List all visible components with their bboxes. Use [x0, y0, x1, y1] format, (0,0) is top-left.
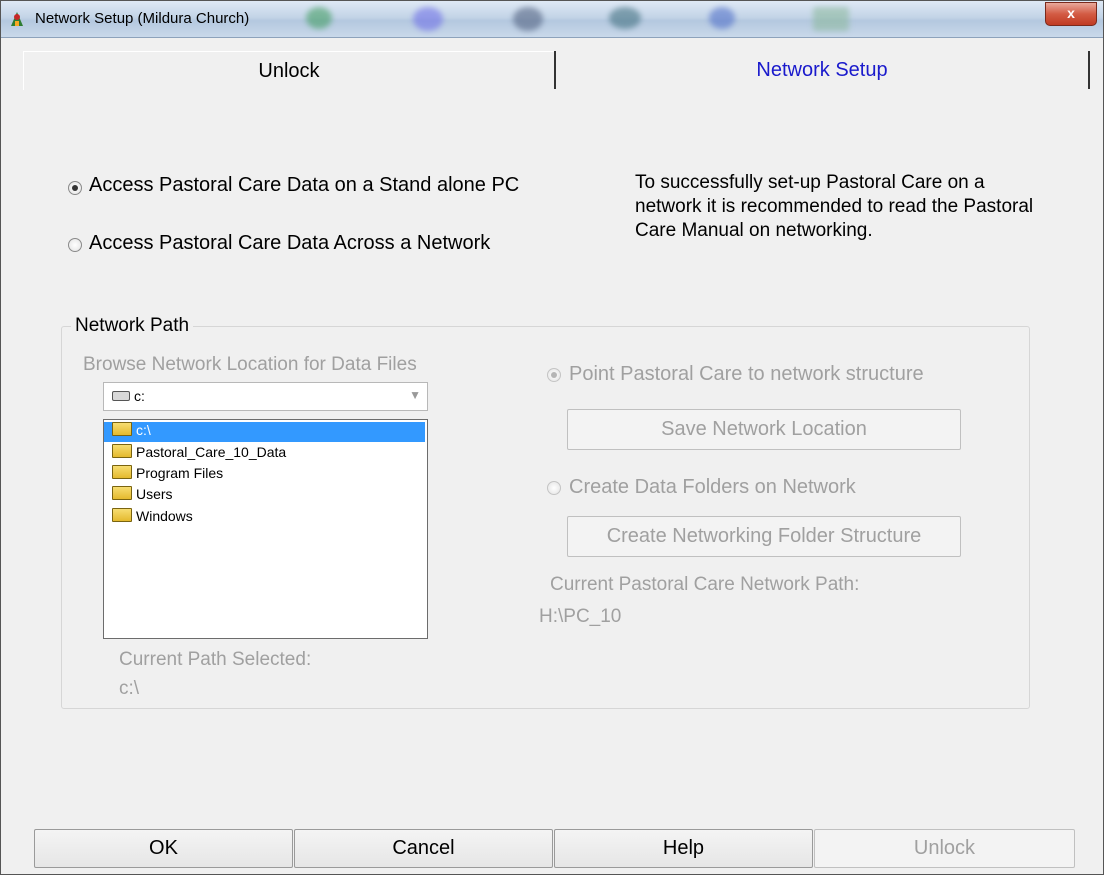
- folder-item[interactable]: Program Files: [112, 465, 223, 485]
- ok-button[interactable]: OK: [34, 829, 293, 868]
- close-button[interactable]: x: [1045, 2, 1097, 26]
- tab-strip: Unlock Network Setup: [23, 51, 1090, 90]
- folder-item-root[interactable]: c:\: [104, 422, 425, 442]
- current-path-label: Current Path Selected:: [119, 649, 312, 670]
- folder-list[interactable]: c:\ Pastoral_Care_10_Data Program Files …: [103, 419, 428, 639]
- folder-icon: [112, 508, 132, 522]
- background-decoration: [413, 7, 443, 31]
- point-network-radio[interactable]: [547, 368, 561, 382]
- save-network-location-button[interactable]: Save Network Location: [567, 409, 961, 450]
- unlock-button[interactable]: Unlock: [814, 829, 1075, 868]
- background-decoration: [813, 7, 849, 31]
- folder-item[interactable]: Windows: [112, 508, 193, 528]
- network-path-label: Current Pastoral Care Network Path:: [550, 574, 860, 595]
- tab-network-setup[interactable]: Network Setup: [554, 51, 1090, 89]
- folder-item[interactable]: Pastoral_Care_10_Data: [112, 444, 286, 464]
- drive-dropdown[interactable]: c: ▼: [103, 382, 428, 411]
- close-icon: x: [1067, 5, 1075, 21]
- folder-item[interactable]: Users: [112, 486, 173, 506]
- background-decoration: [609, 7, 641, 29]
- network-setup-window: Network Setup (Mildura Church) x Unlock …: [0, 0, 1104, 875]
- create-folders-radio[interactable]: [547, 481, 561, 495]
- browse-label: Browse Network Location for Data Files: [83, 354, 417, 375]
- point-network-label[interactable]: Point Pastoral Care to network structure: [569, 363, 924, 386]
- window-title: Network Setup (Mildura Church): [35, 10, 250, 27]
- info-text: To successfully set-up Pastoral Care on …: [635, 172, 1034, 241]
- create-folder-structure-button[interactable]: Create Networking Folder Structure: [567, 516, 961, 557]
- network-radio[interactable]: [68, 238, 82, 252]
- folder-icon: [112, 465, 132, 479]
- background-decoration: [306, 7, 332, 29]
- standalone-option-label[interactable]: Access Pastoral Care Data on a Stand alo…: [89, 174, 519, 197]
- network-option-label[interactable]: Access Pastoral Care Data Across a Netwo…: [89, 232, 490, 255]
- background-decoration: [513, 7, 543, 31]
- cancel-button[interactable]: Cancel: [294, 829, 553, 868]
- app-icon: [11, 12, 23, 26]
- folder-icon: [112, 444, 132, 458]
- help-button[interactable]: Help: [554, 829, 813, 868]
- network-path-legend: Network Path: [71, 315, 194, 337]
- standalone-radio[interactable]: [68, 181, 82, 195]
- tab-unlock[interactable]: Unlock: [23, 51, 554, 90]
- current-path-value: c:\: [119, 678, 140, 699]
- create-folders-label[interactable]: Create Data Folders on Network: [569, 476, 856, 499]
- chevron-down-icon[interactable]: ▼: [409, 388, 421, 402]
- network-path-value: H:\PC_10: [539, 606, 622, 627]
- open-folder-icon: [112, 422, 132, 436]
- drive-value: c:: [134, 388, 145, 404]
- background-decoration: [709, 7, 735, 29]
- folder-icon: [112, 486, 132, 500]
- title-bar[interactable]: Network Setup (Mildura Church) x: [1, 1, 1103, 38]
- drive-icon: [112, 391, 130, 401]
